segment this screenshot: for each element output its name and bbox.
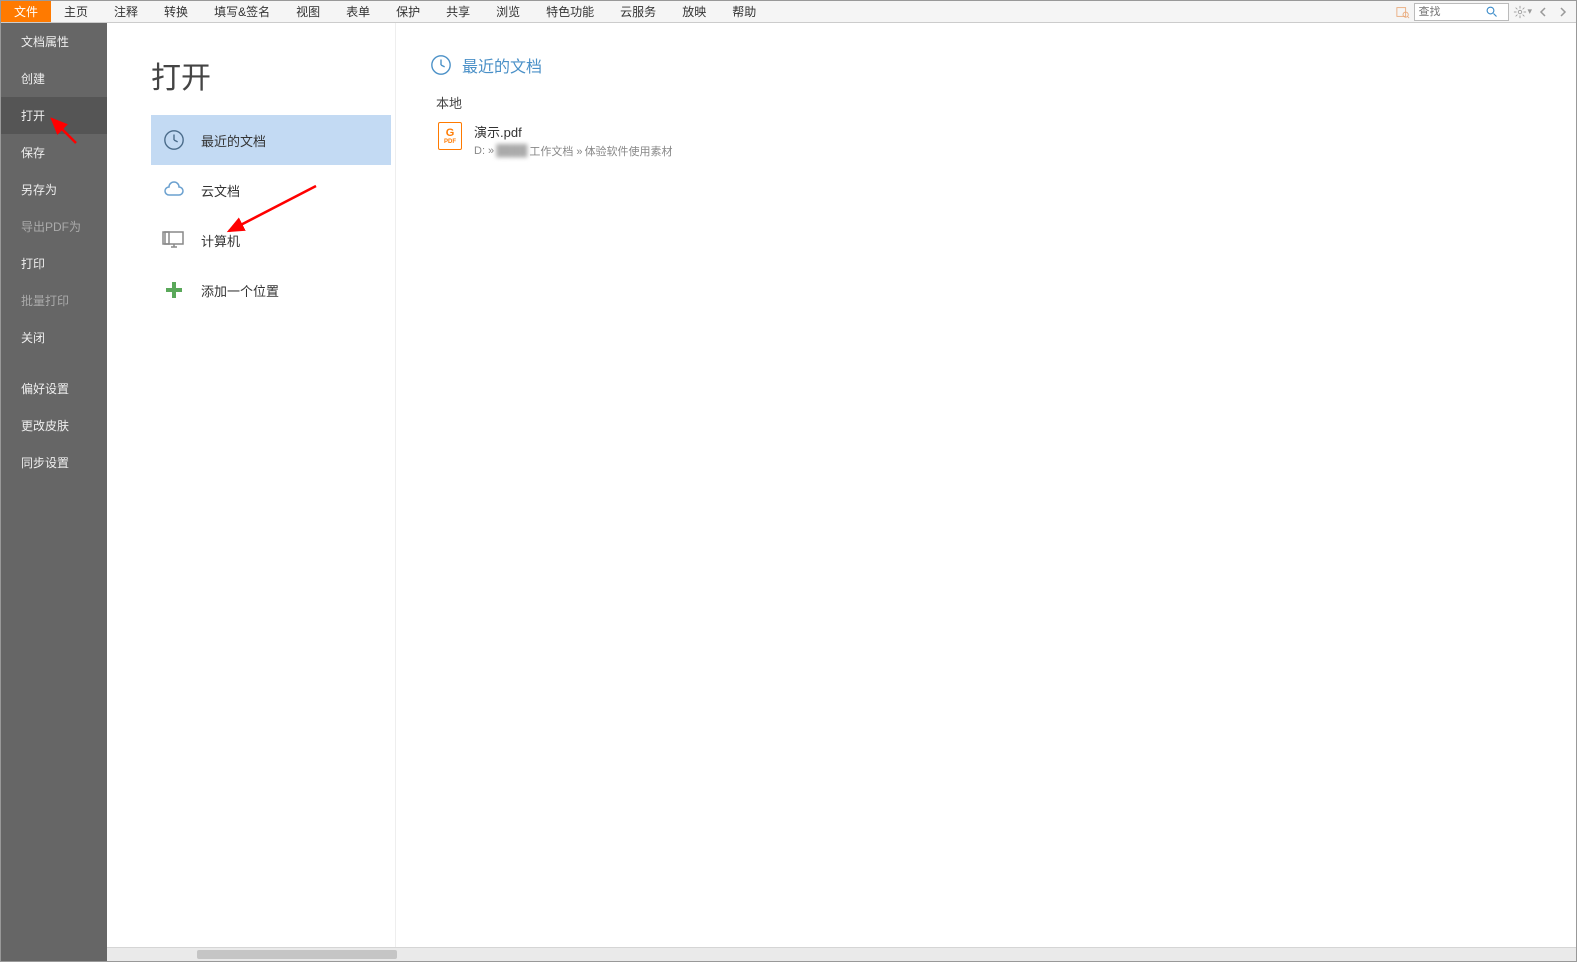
sidebar-item-9[interactable]: 偏好设置 <box>1 370 107 407</box>
clock-icon <box>161 127 187 153</box>
menu-tab-10[interactable]: 特色功能 <box>533 1 607 22</box>
search-box[interactable] <box>1414 3 1509 21</box>
gear-dropdown-icon[interactable]: ▾ <box>1527 6 1532 17</box>
sidebar-item-4[interactable]: 另存为 <box>1 171 107 208</box>
recent-section-header: 最近的文档 <box>430 53 1576 77</box>
recent-documents-panel: 最近的文档 本地 GPDF 演示.pdf D: »████工作文档 »体验软件使用素… <box>396 23 1576 961</box>
cloud-icon <box>161 177 187 203</box>
app-window: 文件主页注释转换填写&签名视图表单保护共享浏览特色功能云服务放映帮助 ▾ <box>0 0 1577 962</box>
quick-search-icon[interactable] <box>1394 3 1412 21</box>
file-sidebar: 文档属性创建打开保存另存为导出PDF为打印批量打印关闭偏好设置更改皮肤同步设置 <box>1 23 107 961</box>
open-source-label: 计算机 <box>201 231 240 250</box>
open-source-computer[interactable]: 计算机 <box>151 215 391 265</box>
sidebar-item-0[interactable]: 文档属性 <box>1 23 107 60</box>
menu-tab-13[interactable]: 帮助 <box>719 1 769 22</box>
menu-tab-12[interactable]: 放映 <box>669 1 719 22</box>
menu-tab-0[interactable]: 文件 <box>1 1 51 22</box>
sidebar-item-6[interactable]: 打印 <box>1 245 107 282</box>
sidebar-item-8[interactable]: 关闭 <box>1 319 107 356</box>
sidebar-item-1[interactable]: 创建 <box>1 60 107 97</box>
open-source-cloud[interactable]: 云文档 <box>151 165 391 215</box>
menu-tab-7[interactable]: 保护 <box>383 1 433 22</box>
scrollbar-thumb[interactable] <box>197 950 397 959</box>
search-input[interactable] <box>1415 6 1483 18</box>
sidebar-item-3[interactable]: 保存 <box>1 134 107 171</box>
nav-next-icon[interactable] <box>1554 3 1572 21</box>
sidebar-item-11[interactable]: 同步设置 <box>1 444 107 481</box>
menu-tab-3[interactable]: 转换 <box>151 1 201 22</box>
open-source-label: 云文档 <box>201 181 240 200</box>
menu-tab-8[interactable]: 共享 <box>433 1 483 22</box>
body: 文档属性创建打开保存另存为导出PDF为打印批量打印关闭偏好设置更改皮肤同步设置 … <box>1 23 1576 961</box>
menu-tab-11[interactable]: 云服务 <box>607 1 669 22</box>
nav-prev-icon[interactable] <box>1534 3 1552 21</box>
menu-tab-5[interactable]: 视图 <box>283 1 333 22</box>
open-title: 打开 <box>107 53 395 115</box>
sidebar-item-2[interactable]: 打开 <box>1 97 107 134</box>
menu-tab-6[interactable]: 表单 <box>333 1 383 22</box>
menubar-right-tools: ▾ <box>1394 1 1576 22</box>
search-submit-icon[interactable] <box>1483 6 1501 18</box>
recent-section-title: 最近的文档 <box>462 53 542 77</box>
open-source-clock[interactable]: 最近的文档 <box>151 115 391 165</box>
menu-tab-9[interactable]: 浏览 <box>483 1 533 22</box>
horizontal-scrollbar[interactable] <box>107 947 1576 961</box>
menubar-spacer <box>769 1 1394 22</box>
menu-bar: 文件主页注释转换填写&签名视图表单保护共享浏览特色功能云服务放映帮助 ▾ <box>1 1 1576 23</box>
pdf-file-icon: GPDF <box>438 122 462 150</box>
open-sources-panel: 打开 最近的文档云文档计算机添加一个位置 <box>107 23 396 961</box>
computer-icon <box>161 227 187 253</box>
recent-file[interactable]: GPDF 演示.pdf D: »████工作文档 »体验软件使用素材 <box>430 118 1576 159</box>
clock-icon <box>430 54 452 76</box>
menu-tab-1[interactable]: 主页 <box>51 1 101 22</box>
open-source-label: 最近的文档 <box>201 131 266 150</box>
sidebar-item-7: 批量打印 <box>1 282 107 319</box>
file-name: 演示.pdf <box>474 122 673 141</box>
file-path: D: »████工作文档 »体验软件使用素材 <box>474 143 673 159</box>
menu-tab-4[interactable]: 填写&签名 <box>201 1 283 22</box>
open-source-label: 添加一个位置 <box>201 281 279 300</box>
local-label: 本地 <box>436 93 1576 112</box>
sidebar-item-5: 导出PDF为 <box>1 208 107 245</box>
sidebar-item-10[interactable]: 更改皮肤 <box>1 407 107 444</box>
plus-icon <box>161 277 187 303</box>
menu-tab-2[interactable]: 注释 <box>101 1 151 22</box>
open-source-plus[interactable]: 添加一个位置 <box>151 265 391 315</box>
